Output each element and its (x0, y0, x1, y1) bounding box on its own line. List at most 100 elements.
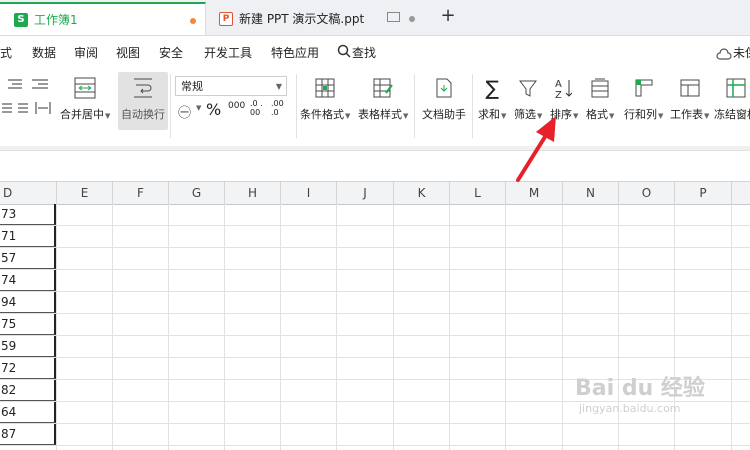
doc-assistant-label: 文档助手 (422, 108, 466, 121)
column-header-J[interactable]: J (337, 182, 394, 204)
table-style-icon (370, 76, 396, 100)
grid-line (505, 204, 506, 450)
menu-data[interactable]: 数据 (32, 44, 56, 61)
worksheet-label: 工作表 (670, 108, 703, 121)
menu-dev-tools[interactable]: 开发工具 (204, 44, 252, 61)
column-header-F[interactable]: F (113, 182, 169, 204)
tab-title: 工作簿1 (34, 13, 78, 27)
tab-workbook[interactable]: S 工作簿1 (0, 2, 206, 35)
align-indent-icons[interactable] (2, 76, 54, 124)
new-tab-button[interactable]: + (438, 6, 458, 26)
unsaved-dot-icon (190, 18, 196, 24)
freeze-panes-button[interactable]: 冻结窗格 (714, 76, 750, 122)
column-header-N[interactable]: N (563, 182, 619, 204)
column-header-L[interactable]: L (450, 182, 506, 204)
cell-D[interactable]: 72 (0, 358, 56, 379)
column-header-D[interactable]: D (0, 182, 57, 204)
spreadsheet-icon: S (14, 12, 28, 27)
watermark-main: Bai du 经验 (575, 376, 705, 401)
menu-format[interactable]: 式 (0, 44, 12, 61)
sort-az-icon: AZ (551, 76, 577, 100)
grid-line (393, 204, 394, 450)
close-dot-icon[interactable] (409, 16, 415, 22)
tab-bar: S 工作簿1 P 新建 PPT 演示文稿.ppt + (0, 0, 750, 36)
column-header-O[interactable]: O (619, 182, 675, 204)
column-header-K[interactable]: K (394, 182, 450, 204)
worksheet-button[interactable]: 工作表▼ (670, 76, 709, 122)
red-arrow-annotation (516, 116, 556, 182)
cell-D[interactable]: 71 (0, 226, 56, 247)
table-style-button[interactable]: 表格样式▼ (358, 76, 408, 122)
cell-D[interactable]: 64 (0, 402, 56, 423)
currency-icon[interactable]: ㊀ (178, 102, 191, 121)
svg-text:A: A (555, 79, 562, 90)
grid-line (731, 204, 732, 450)
grid-line (449, 204, 450, 450)
doc-assistant-button[interactable]: 文档助手 (422, 76, 466, 122)
cell-D[interactable]: 74 (0, 270, 56, 291)
menu-security[interactable]: 安全 (159, 44, 183, 61)
column-header-bar: DEFGHIJKLMNOP (0, 182, 750, 205)
grid-line (562, 204, 563, 450)
formula-bar[interactable] (0, 151, 750, 182)
currency-dropdown-icon[interactable]: ▼ (196, 104, 201, 112)
grid-line (224, 204, 225, 450)
worksheet-icon (677, 76, 703, 100)
save-status: 未保 (733, 46, 750, 60)
monitor-icon[interactable] (387, 12, 400, 22)
cell-D[interactable]: 75 (0, 314, 56, 335)
conditional-format-icon (312, 76, 338, 100)
thousands-button[interactable]: 000 (228, 101, 245, 111)
row-col-button[interactable]: 行和列▼ (624, 76, 663, 122)
sigma-icon: ∑ (485, 76, 499, 100)
format-label: 格式 (586, 108, 608, 121)
cell-D[interactable]: 57 (0, 248, 56, 269)
tab-title: 新建 PPT 演示文稿.ppt (239, 12, 365, 26)
number-format-value: 常规 (181, 80, 203, 93)
menu-find[interactable]: 查找 (352, 44, 376, 61)
number-format-select[interactable]: 常规 ▼ (175, 76, 287, 96)
menu-view[interactable]: 视图 (116, 44, 140, 61)
cell-D[interactable]: 73 (0, 204, 56, 225)
baidu-watermark: Bai du 经验 jingyan.baidu.com (575, 370, 705, 415)
cell-D[interactable]: 94 (0, 292, 56, 313)
column-header-H[interactable]: H (225, 182, 281, 204)
doc-assistant-icon (431, 76, 457, 100)
percent-button[interactable]: % (206, 100, 221, 119)
merge-center-label: 合并居中 (60, 108, 104, 121)
cloud-icon (716, 45, 732, 64)
menu-review[interactable]: 审阅 (74, 44, 98, 61)
cell-D[interactable]: 87 (0, 424, 56, 445)
grid-line (336, 204, 337, 450)
menu-bar: 式 数据 审阅 视图 安全 开发工具 特色应用 查找 未保 (0, 36, 750, 68)
ribbon-toolbar: 合并居中▼ 自动换行 常规 ▼ ㊀ ▼ % 000 .0 .00 .00 .0 … (0, 68, 750, 147)
wrap-text-button[interactable]: 自动换行 (121, 76, 165, 122)
watermark-sub: jingyan.baidu.com (579, 402, 681, 415)
funnel-icon (515, 76, 541, 100)
decrease-decimal-button[interactable]: .00 .0 (271, 99, 287, 117)
freeze-panes-icon (723, 76, 749, 100)
row-col-icon (631, 76, 657, 100)
format-icon (587, 76, 613, 100)
column-header-P[interactable]: P (675, 182, 732, 204)
column-header-I[interactable]: I (281, 182, 337, 204)
search-icon[interactable] (337, 43, 351, 62)
svg-text:Z: Z (555, 90, 562, 99)
menu-special-apps[interactable]: 特色应用 (271, 44, 319, 61)
cell-D[interactable]: 82 (0, 380, 56, 401)
increase-decimal-button[interactable]: .0 .00 (250, 99, 266, 117)
merge-cells-icon (72, 76, 98, 100)
conditional-format-button[interactable]: 条件格式▼ (300, 76, 350, 122)
merge-center-button[interactable]: 合并居中▼ (60, 76, 110, 122)
presentation-icon: P (219, 11, 233, 26)
format-button[interactable]: 格式▼ (586, 76, 614, 122)
conditional-format-label: 条件格式 (300, 108, 344, 121)
grid-line (280, 204, 281, 450)
cell-D[interactable]: 59 (0, 336, 56, 357)
column-header-E[interactable]: E (57, 182, 113, 204)
row-col-label: 行和列 (624, 108, 657, 121)
column-header-G[interactable]: G (169, 182, 225, 204)
tab-ppt[interactable]: P 新建 PPT 演示文稿.ppt (207, 2, 425, 35)
grid-line (56, 204, 57, 450)
wrap-text-label: 自动换行 (121, 108, 165, 121)
